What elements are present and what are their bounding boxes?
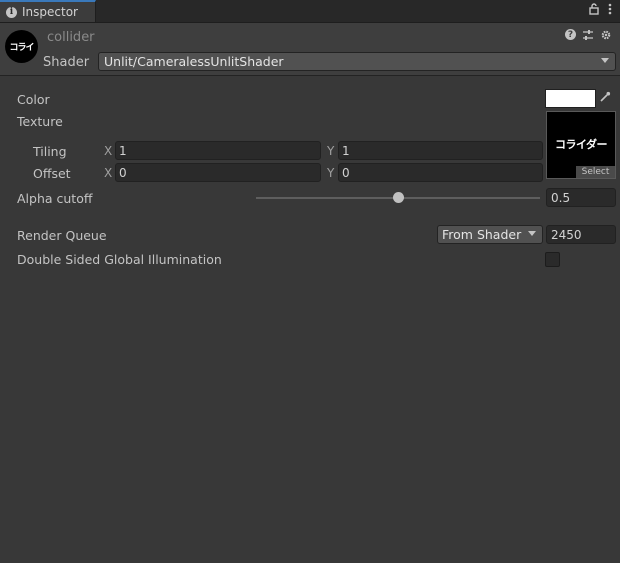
double-sided-gi-checkbox[interactable] <box>545 252 560 267</box>
color-label: Color <box>17 92 50 107</box>
gear-icon[interactable] <box>600 29 612 44</box>
alpha-cutoff-field[interactable]: 0.5 <box>546 188 616 207</box>
tab-inspector[interactable]: i Inspector <box>0 0 96 22</box>
more-vertical-icon[interactable] <box>608 3 612 18</box>
render-queue-mode-dropdown[interactable]: From Shader <box>437 225 543 244</box>
offset-x-label: X <box>104 166 113 180</box>
shader-dropdown[interactable]: Unlit/CameralessUnlitShader <box>98 52 616 71</box>
header-icons: ? <box>565 29 612 44</box>
offset-label: Offset <box>33 166 71 181</box>
material-preview-avatar: コライ <box>5 30 38 63</box>
shader-value: Unlit/CameralessUnlitShader <box>104 54 284 69</box>
tiling-x-label: X <box>104 144 113 158</box>
lock-icon[interactable] <box>589 3 599 18</box>
offset-y-field[interactable]: 0 <box>338 163 543 182</box>
tiling-y-label: Y <box>327 144 335 158</box>
shader-label: Shader <box>43 55 90 70</box>
chevron-down-icon <box>528 231 536 236</box>
chevron-down-icon <box>601 58 609 63</box>
window-controls <box>589 3 612 18</box>
eyedropper-icon[interactable] <box>599 91 611 106</box>
render-queue-label: Render Queue <box>17 228 107 243</box>
tiling-label: Tiling <box>33 144 67 159</box>
alpha-cutoff-slider-handle[interactable] <box>392 192 404 203</box>
texture-select-button[interactable]: Select <box>576 166 615 178</box>
tiling-x-field[interactable]: 1 <box>115 141 321 160</box>
info-icon: i <box>6 6 17 18</box>
double-sided-gi-label: Double Sided Global Illumination <box>17 252 222 267</box>
tiling-y-field[interactable]: 1 <box>338 141 543 160</box>
alpha-cutoff-label: Alpha cutoff <box>17 191 93 206</box>
render-queue-mode-value: From Shader <box>442 227 522 242</box>
color-swatch[interactable] <box>545 89 596 108</box>
render-queue-field[interactable]: 2450 <box>546 225 616 244</box>
preset-icon[interactable] <box>582 29 594 44</box>
offset-y-label: Y <box>327 166 335 180</box>
texture-thumbnail-text: コライダー <box>554 138 608 151</box>
help-icon[interactable]: ? <box>565 29 576 40</box>
texture-label: Texture <box>17 114 63 129</box>
offset-x-field[interactable]: 0 <box>115 163 321 182</box>
tab-label: Inspector <box>22 5 78 19</box>
material-name: collider <box>47 30 95 45</box>
